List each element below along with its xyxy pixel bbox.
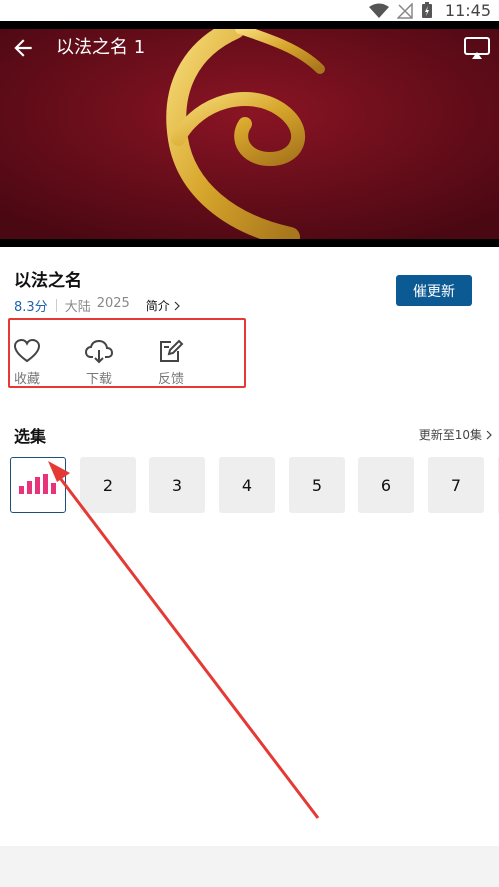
divider [55,299,57,312]
download-button[interactable]: 下载 [79,338,119,387]
status-time: 11:45 [444,1,491,20]
chevron-right-icon [486,430,492,439]
urge-update-button[interactable]: 催更新 [396,275,472,306]
download-label: 下载 [85,372,112,387]
episode-item[interactable]: 2 [80,457,136,513]
chevron-right-icon [174,301,180,310]
region: 大陆 [64,300,91,315]
back-arrow-icon[interactable] [10,35,36,61]
video-player[interactable]: 以法之名 1 [0,21,499,247]
wifi-icon [368,3,389,18]
bottom-bar [0,846,499,887]
episode-item[interactable]: 4 [219,457,275,513]
update-info-label: 更新至10集 [418,428,482,442]
episode-item[interactable]: 7 [428,457,484,513]
episode-playing[interactable] [10,457,66,513]
no-signal-icon [396,2,413,19]
episode-item[interactable]: 3 [149,457,205,513]
favorite-button[interactable]: 收藏 [7,338,47,387]
feedback-button[interactable]: 反馈 [151,338,191,387]
feedback-label: 反馈 [157,372,184,387]
episodes-title: 选集 [14,427,47,446]
heart-icon [13,338,41,363]
rating: 8.3分 [14,300,48,315]
episode-list: 2 3 4 5 6 7 [10,457,499,513]
show-title: 以法之名 [14,271,82,291]
year: 2025 [96,296,130,311]
intro-label: 简介 [145,299,170,313]
episode-item[interactable]: 6 [358,457,414,513]
cast-icon[interactable] [463,35,491,61]
player-title: 以法之名 1 [56,37,146,58]
show-meta: 8.3分 大陆 2025 简介 [14,296,181,315]
update-info-link[interactable]: 更新至10集 [419,426,493,443]
cloud-download-icon [84,339,114,364]
equalizer-icon [19,474,56,494]
intro-link[interactable]: 简介 [146,297,181,314]
status-bar: 11:45 [0,0,499,21]
favorite-label: 收藏 [13,372,40,387]
episode-item[interactable]: 5 [289,457,345,513]
edit-icon [160,339,184,362]
battery-icon [421,2,432,18]
show-info: 大陆 2025 [65,296,130,315]
